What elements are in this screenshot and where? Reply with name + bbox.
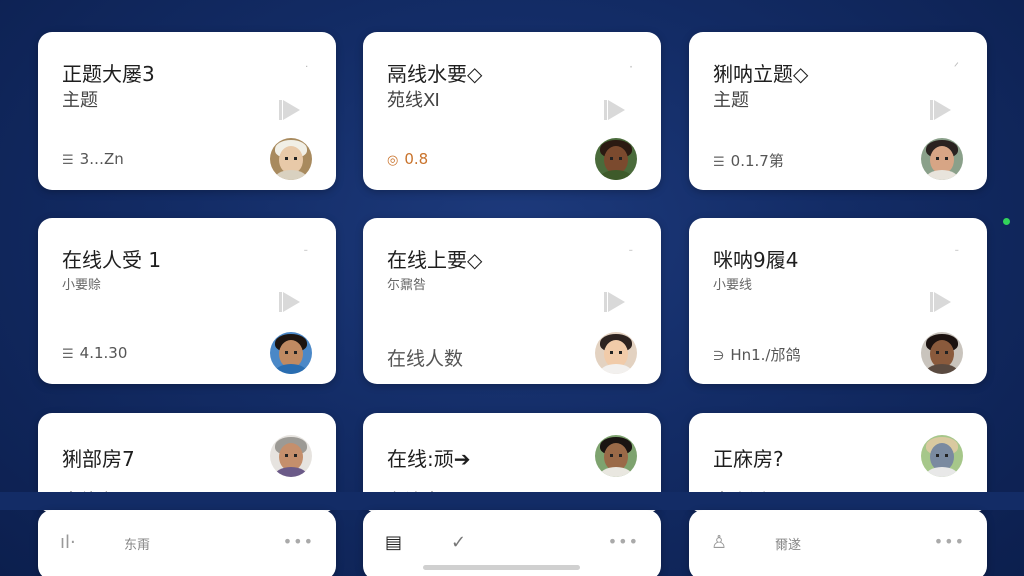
meta-value: 0.1.7第 [730, 152, 784, 170]
corner-mark-icon: ᐨ [954, 246, 959, 260]
card-title: 猁呐立题◇ [713, 62, 809, 86]
more-icon[interactable]: ••• [934, 532, 965, 551]
card-title: 鬲线水要◇ [387, 62, 483, 86]
card-subtitle: 主题 [62, 90, 98, 111]
bottom-label: 爾遂 [775, 538, 802, 553]
home-indicator[interactable] [423, 565, 580, 570]
play-icon[interactable] [279, 292, 300, 312]
link-icon: ∋ [713, 349, 725, 364]
corner-mark-icon: ᐧ [304, 60, 308, 74]
card-title: 咪呐9履4 [713, 248, 799, 272]
card-2[interactable]: 鬲线水要◇ 苑线Ⅺ · ◎ 0.8 [363, 32, 661, 190]
card-title: 猁部房7 [62, 447, 135, 471]
avatar[interactable] [921, 138, 963, 180]
check-icon[interactable]: ✓ [451, 532, 466, 553]
audio-icon[interactable]: ıl· [60, 532, 76, 553]
bottom-card-1[interactable]: ıl· 东甭 ••• [38, 510, 336, 576]
meta-value: Hn1.∕​​​邡鸽 [730, 346, 801, 364]
list-icon[interactable]: ▤ [385, 532, 402, 553]
card-meta: ◎ 0.8 [387, 150, 428, 168]
bottom-card-3[interactable]: ♙ 爾遂 ••• [689, 510, 987, 576]
meta-value: 在线人数 [387, 348, 464, 370]
corner-mark-icon: ᐨ [628, 246, 633, 260]
card-meta: ☰ 4.1.30 [62, 344, 127, 362]
card-meta: ∋ Hn1.∕​​​邡鸽 [713, 344, 800, 365]
avatar[interactable] [270, 332, 312, 374]
card-subtitle: 苑线Ⅺ [387, 90, 440, 111]
thumb-icon[interactable]: ♙ [711, 532, 727, 553]
stack-icon: ☰ [62, 347, 74, 362]
corner-mark-icon: ᐨ [303, 246, 308, 260]
avatar[interactable] [595, 332, 637, 374]
card-1[interactable]: 正题大屡3 主题 ᐧ ☰ 3.‥Zn [38, 32, 336, 190]
play-icon[interactable] [604, 100, 625, 120]
meta-value: 0.8 [404, 150, 429, 168]
avatar[interactable] [595, 435, 637, 477]
card-subtitle: 小要线 [713, 278, 753, 293]
play-icon[interactable] [604, 292, 625, 312]
avatar[interactable] [921, 435, 963, 477]
avatar[interactable] [270, 138, 312, 180]
avatar[interactable] [595, 138, 637, 180]
avatar[interactable] [270, 435, 312, 477]
scroll-overlap-divider [0, 492, 1024, 510]
target-icon: ◎ [387, 153, 399, 168]
corner-mark-icon: · [629, 60, 633, 74]
online-status-dot [1003, 218, 1010, 225]
card-6[interactable]: 咪呐9履4 小要线 ᐨ ∋ Hn1.∕​​​邡鸽 [689, 218, 987, 384]
card-meta: ☰ 3.‥Zn [62, 150, 124, 168]
card-3[interactable]: 猁呐立题◇ 主题 ᐟ ☰ 0.1.7第 [689, 32, 987, 190]
card-title: 在线:顽➔ [387, 447, 471, 471]
card-5[interactable]: 在线上要◇ 尓鼐咎 ᐨ 在线人数 [363, 218, 661, 384]
stack-icon: ☰ [713, 155, 725, 170]
avatar[interactable] [921, 332, 963, 374]
bottom-label: 东甭 [124, 538, 151, 553]
corner-mark-icon: ᐟ [953, 60, 959, 74]
more-icon[interactable]: ••• [283, 532, 314, 551]
card-title: 在线人受 1 [62, 248, 162, 272]
card-title: 正庥房? [713, 447, 784, 471]
play-icon[interactable] [930, 292, 951, 312]
meta-value: 4.1.30 [79, 344, 128, 362]
card-meta: 在线人数 [387, 344, 463, 371]
card-subtitle: 主题 [713, 90, 749, 111]
play-icon[interactable] [930, 100, 951, 120]
meta-value: 3.‥Zn [79, 150, 124, 168]
card-subtitle: 小要赊 [62, 278, 102, 293]
play-icon[interactable] [279, 100, 300, 120]
card-title: 正题大屡3 [62, 62, 155, 86]
card-4[interactable]: 在线人受 1 小要赊 ᐨ ☰ 4.1.30 [38, 218, 336, 384]
card-subtitle: 尓鼐咎 [387, 278, 427, 293]
more-icon[interactable]: ••• [608, 532, 639, 551]
stack-icon: ☰ [62, 153, 74, 168]
card-meta: ☰ 0.1.7第 [713, 150, 784, 171]
card-grid-screen: 正题大屡3 主题 ᐧ ☰ 3.‥Zn 鬲线水要◇ 苑线Ⅺ · ◎ 0.8 猁呐立题◇… [0, 0, 1024, 576]
card-title: 在线上要◇ [387, 248, 483, 272]
